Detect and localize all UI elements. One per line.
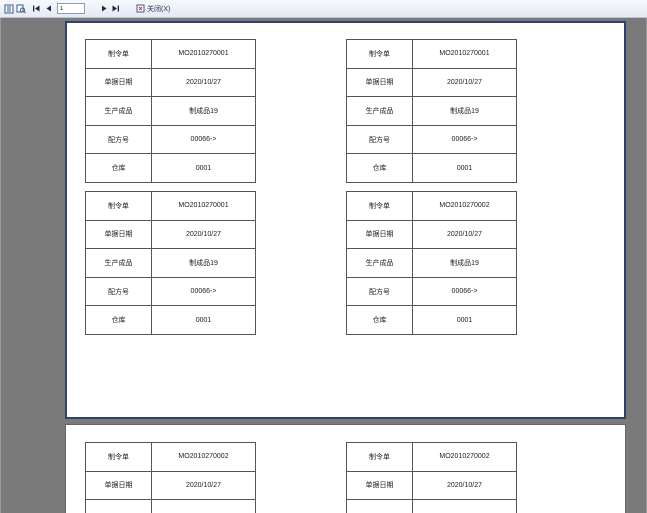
- field-label: 配方号: [346, 276, 413, 307]
- table-row: 单据日期 2020/10/27: [85, 67, 256, 98]
- field-label: 仓库: [85, 153, 152, 183]
- warehouse-code: 0001: [151, 153, 256, 183]
- table-row: 配方号 00066->: [346, 124, 517, 155]
- close-icon: [136, 4, 145, 13]
- table-row: 制令单 MO2010270002: [346, 191, 517, 221]
- document-date: 2020/10/27: [412, 470, 517, 501]
- last-page-icon[interactable]: [110, 2, 121, 15]
- report-page: 制令单 MO2010270002 单据日期 2020/10/27 制令单 MO2010…: [65, 424, 626, 513]
- product-name: 制成品19: [412, 248, 517, 278]
- document-date: 2020/10/27: [151, 219, 256, 250]
- field-label: 制令单: [346, 442, 413, 472]
- table-row: 配方号 00066->: [85, 124, 256, 155]
- close-button[interactable]: 关闭(X): [134, 2, 172, 15]
- product-name: 制成品19: [151, 96, 256, 126]
- table-row: 生产成品 制成品19: [85, 248, 256, 278]
- table-row: 制令单 MO2010270001: [85, 39, 256, 69]
- field-label: 生产成品: [346, 96, 413, 126]
- field-label: 单据日期: [346, 67, 413, 98]
- field-label: 制令单: [85, 442, 152, 472]
- field-label: 生产成品: [346, 248, 413, 278]
- warehouse-code: 0001: [412, 153, 517, 183]
- table-row: 制令单 MO2010270002: [346, 442, 517, 472]
- field-label: 单据日期: [346, 219, 413, 250]
- report-toolbar: 关闭(X): [0, 0, 647, 18]
- table-row: 配方号 00066->: [85, 276, 256, 307]
- label-card: 制令单 MO2010270001 单据日期 2020/10/27 生产成品 制成品19…: [346, 39, 517, 183]
- table-row: 生产成品 制成品19: [85, 96, 256, 126]
- product-name: 制成品19: [151, 248, 256, 278]
- table-cell: [412, 499, 517, 513]
- table-row: 制令单 MO2010270001: [346, 39, 517, 69]
- document-date: 2020/10/27: [151, 67, 256, 98]
- table-row: 单据日期 2020/10/27: [346, 219, 517, 250]
- table-row: 仓库 0001: [85, 153, 256, 183]
- document-date: 2020/10/27: [412, 67, 517, 98]
- field-label: 制令单: [346, 191, 413, 221]
- order-number: MO2010270002: [412, 191, 517, 221]
- product-name: 制成品19: [412, 96, 517, 126]
- label-card: 制令单 MO2010270001 单据日期 2020/10/27 生产成品 制成品19…: [85, 39, 256, 183]
- order-number: MO2010270002: [412, 442, 517, 472]
- zoom-icon[interactable]: [15, 2, 26, 15]
- order-number: MO2010270001: [151, 39, 256, 69]
- field-label: [346, 499, 413, 513]
- field-label: 配方号: [346, 124, 413, 155]
- order-number: MO2010270001: [151, 191, 256, 221]
- table-cell: [151, 499, 256, 513]
- field-label: 单据日期: [85, 470, 152, 501]
- table-row: 生产成品 制成品19: [346, 96, 517, 126]
- table-row: 单据日期 2020/10/27: [346, 470, 517, 501]
- table-row: 生产成品 制成品19: [346, 248, 517, 278]
- field-label: 生产成品: [85, 96, 152, 126]
- close-button-label: 关闭(X): [147, 5, 171, 13]
- label-card: 制令单 MO2010270002 单据日期 2020/10/27: [346, 442, 517, 513]
- formula-number: 00066->: [412, 124, 517, 155]
- next-page-icon[interactable]: [98, 2, 109, 15]
- table-row: 配方号 00066->: [346, 276, 517, 307]
- field-label: 仓库: [85, 305, 152, 335]
- label-card: 制令单 MO2010270001 单据日期 2020/10/27 生产成品 制成品19…: [85, 191, 256, 335]
- report-viewport[interactable]: 制令单 MO2010270001 单据日期 2020/10/27 生产成品 制成品19…: [0, 18, 647, 513]
- table-row: 仓库 0001: [346, 305, 517, 335]
- warehouse-code: 0001: [412, 305, 517, 335]
- label-card: 制令单 MO2010270002 单据日期 2020/10/27: [85, 442, 256, 513]
- table-row: 单据日期 2020/10/27: [85, 470, 256, 501]
- table-row: [85, 499, 256, 513]
- document-date: 2020/10/27: [412, 219, 517, 250]
- field-label: 配方号: [85, 124, 152, 155]
- field-label: 仓库: [346, 305, 413, 335]
- formula-number: 00066->: [151, 276, 256, 307]
- table-row: 制令单 MO2010270001: [85, 191, 256, 221]
- field-label: 生产成品: [85, 248, 152, 278]
- page-number-input[interactable]: [57, 3, 85, 14]
- formula-number: 00066->: [151, 124, 256, 155]
- document-date: 2020/10/27: [151, 470, 256, 501]
- table-row: 仓库 0001: [346, 153, 517, 183]
- formula-number: 00066->: [412, 276, 517, 307]
- table-row: 单据日期 2020/10/27: [85, 219, 256, 250]
- field-label: 配方号: [85, 276, 152, 307]
- field-label: 单据日期: [85, 67, 152, 98]
- first-page-icon[interactable]: [31, 2, 42, 15]
- order-number: MO2010270002: [151, 442, 256, 472]
- table-row: 制令单 MO2010270002: [85, 442, 256, 472]
- field-label: 单据日期: [346, 470, 413, 501]
- table-row: 单据日期 2020/10/27: [346, 67, 517, 98]
- page-setup-icon[interactable]: [3, 2, 14, 15]
- field-label: 制令单: [85, 39, 152, 69]
- field-label: 单据日期: [85, 219, 152, 250]
- prev-page-icon[interactable]: [43, 2, 54, 15]
- field-label: 制令单: [346, 39, 413, 69]
- label-card: 制令单 MO2010270002 单据日期 2020/10/27 生产成品 制成品19…: [346, 191, 517, 335]
- field-label: [85, 499, 152, 513]
- table-row: [346, 499, 517, 513]
- field-label: 仓库: [346, 153, 413, 183]
- field-label: 制令单: [85, 191, 152, 221]
- table-row: 仓库 0001: [85, 305, 256, 335]
- order-number: MO2010270001: [412, 39, 517, 69]
- warehouse-code: 0001: [151, 305, 256, 335]
- report-page: 制令单 MO2010270001 单据日期 2020/10/27 生产成品 制成品19…: [65, 21, 626, 419]
